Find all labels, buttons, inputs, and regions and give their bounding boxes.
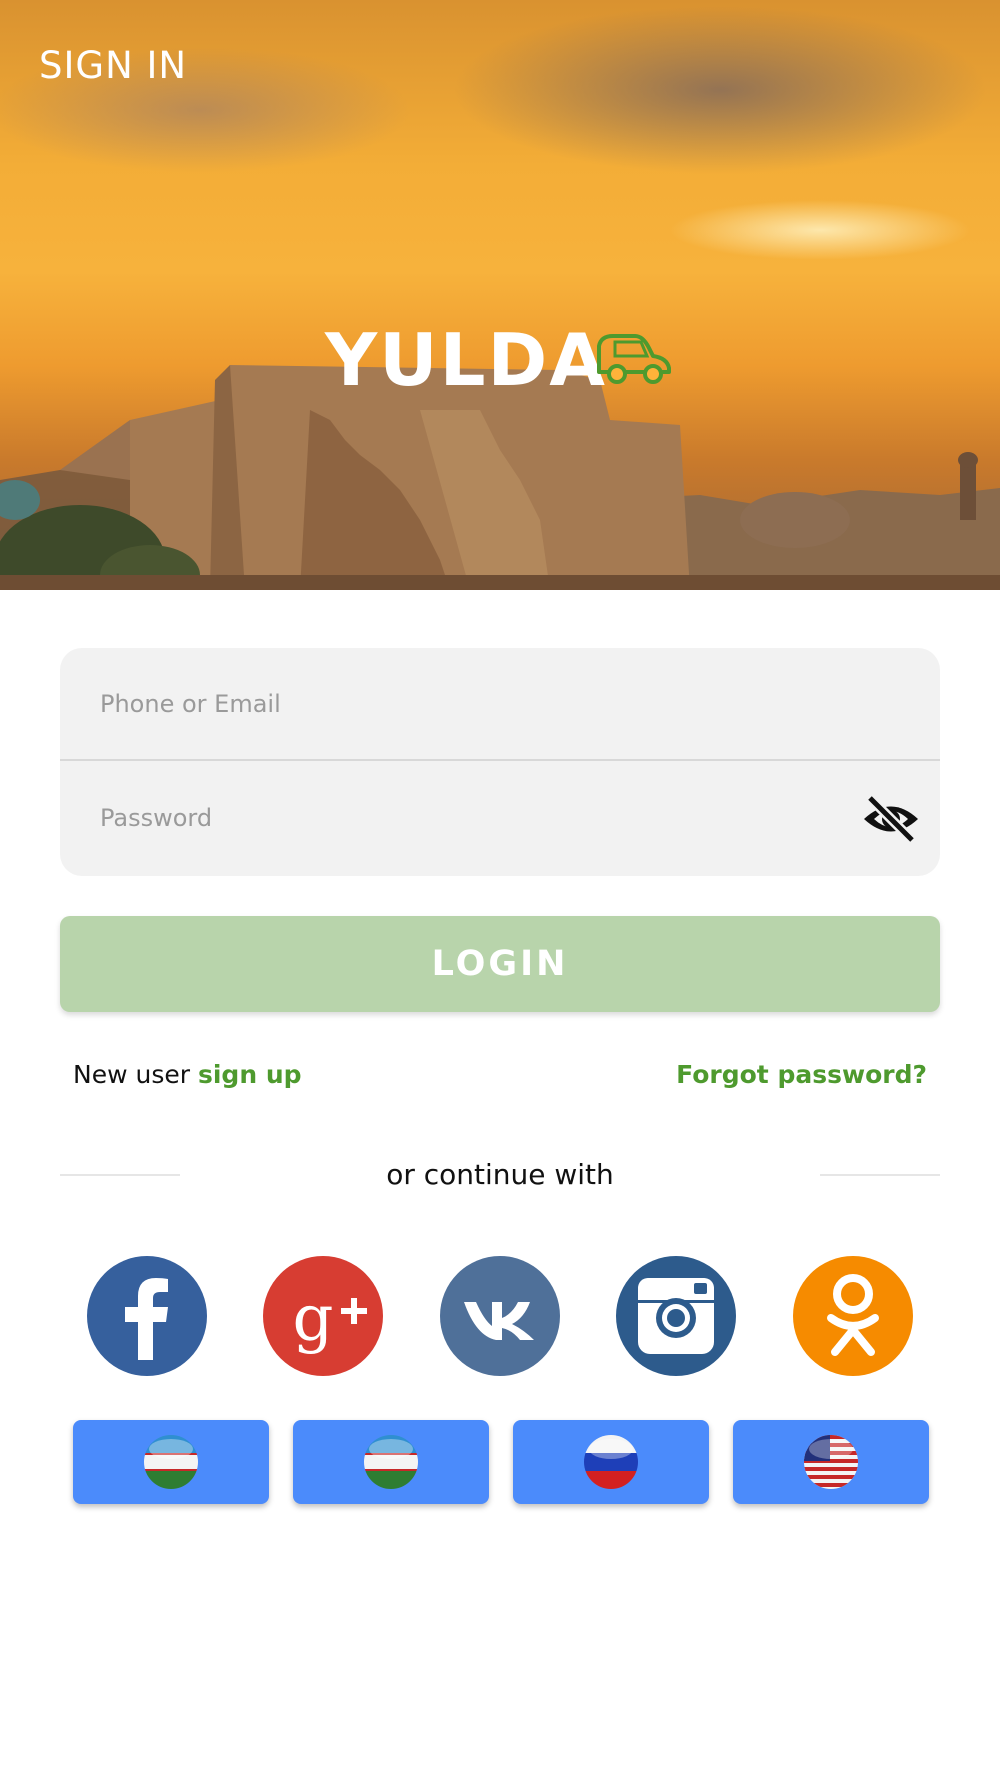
facebook-icon bbox=[87, 1256, 207, 1376]
forgot-password-link[interactable]: Forgot password? bbox=[676, 1060, 927, 1089]
page-title: SIGN IN bbox=[39, 44, 188, 87]
google-plus-button[interactable]: g bbox=[263, 1256, 383, 1376]
password-input[interactable] bbox=[60, 762, 940, 874]
language-english-button[interactable] bbox=[733, 1420, 929, 1504]
login-button[interactable]: LOGIN bbox=[60, 916, 940, 1012]
instagram-icon bbox=[616, 1256, 736, 1376]
eye-off-icon[interactable] bbox=[860, 788, 922, 850]
odnoklassniki-icon bbox=[793, 1256, 913, 1376]
car-icon bbox=[597, 334, 671, 384]
vk-icon bbox=[440, 1256, 560, 1376]
new-user-prompt: New user sign up bbox=[73, 1060, 302, 1089]
language-russian-button[interactable] bbox=[513, 1420, 709, 1504]
new-user-label: New user bbox=[73, 1060, 191, 1089]
sign-up-link[interactable]: sign up bbox=[198, 1060, 302, 1089]
usa-flag-icon bbox=[804, 1435, 858, 1489]
google-plus-icon: g bbox=[263, 1256, 383, 1376]
credentials-box bbox=[60, 648, 940, 876]
uzbekistan-flag-icon bbox=[364, 1435, 418, 1489]
facebook-button[interactable] bbox=[87, 1256, 207, 1376]
hero-banner: SIGN IN YULDA bbox=[0, 0, 1000, 590]
vk-button[interactable] bbox=[440, 1256, 560, 1376]
continue-with-label: or continue with bbox=[386, 1158, 614, 1191]
russia-flag-icon bbox=[584, 1435, 638, 1489]
uzbekistan-flag-icon bbox=[144, 1435, 198, 1489]
phone-email-input[interactable] bbox=[60, 648, 940, 760]
language-uzbek-latin-button[interactable] bbox=[73, 1420, 269, 1504]
field-divider bbox=[60, 759, 940, 761]
instagram-button[interactable] bbox=[616, 1256, 736, 1376]
svg-text:g: g bbox=[293, 1282, 334, 1356]
odnoklassniki-button[interactable] bbox=[793, 1256, 913, 1376]
language-uzbek-cyrillic-button[interactable] bbox=[293, 1420, 489, 1504]
hero-background-image bbox=[0, 365, 1000, 590]
logo-text: YULDA bbox=[325, 318, 607, 402]
